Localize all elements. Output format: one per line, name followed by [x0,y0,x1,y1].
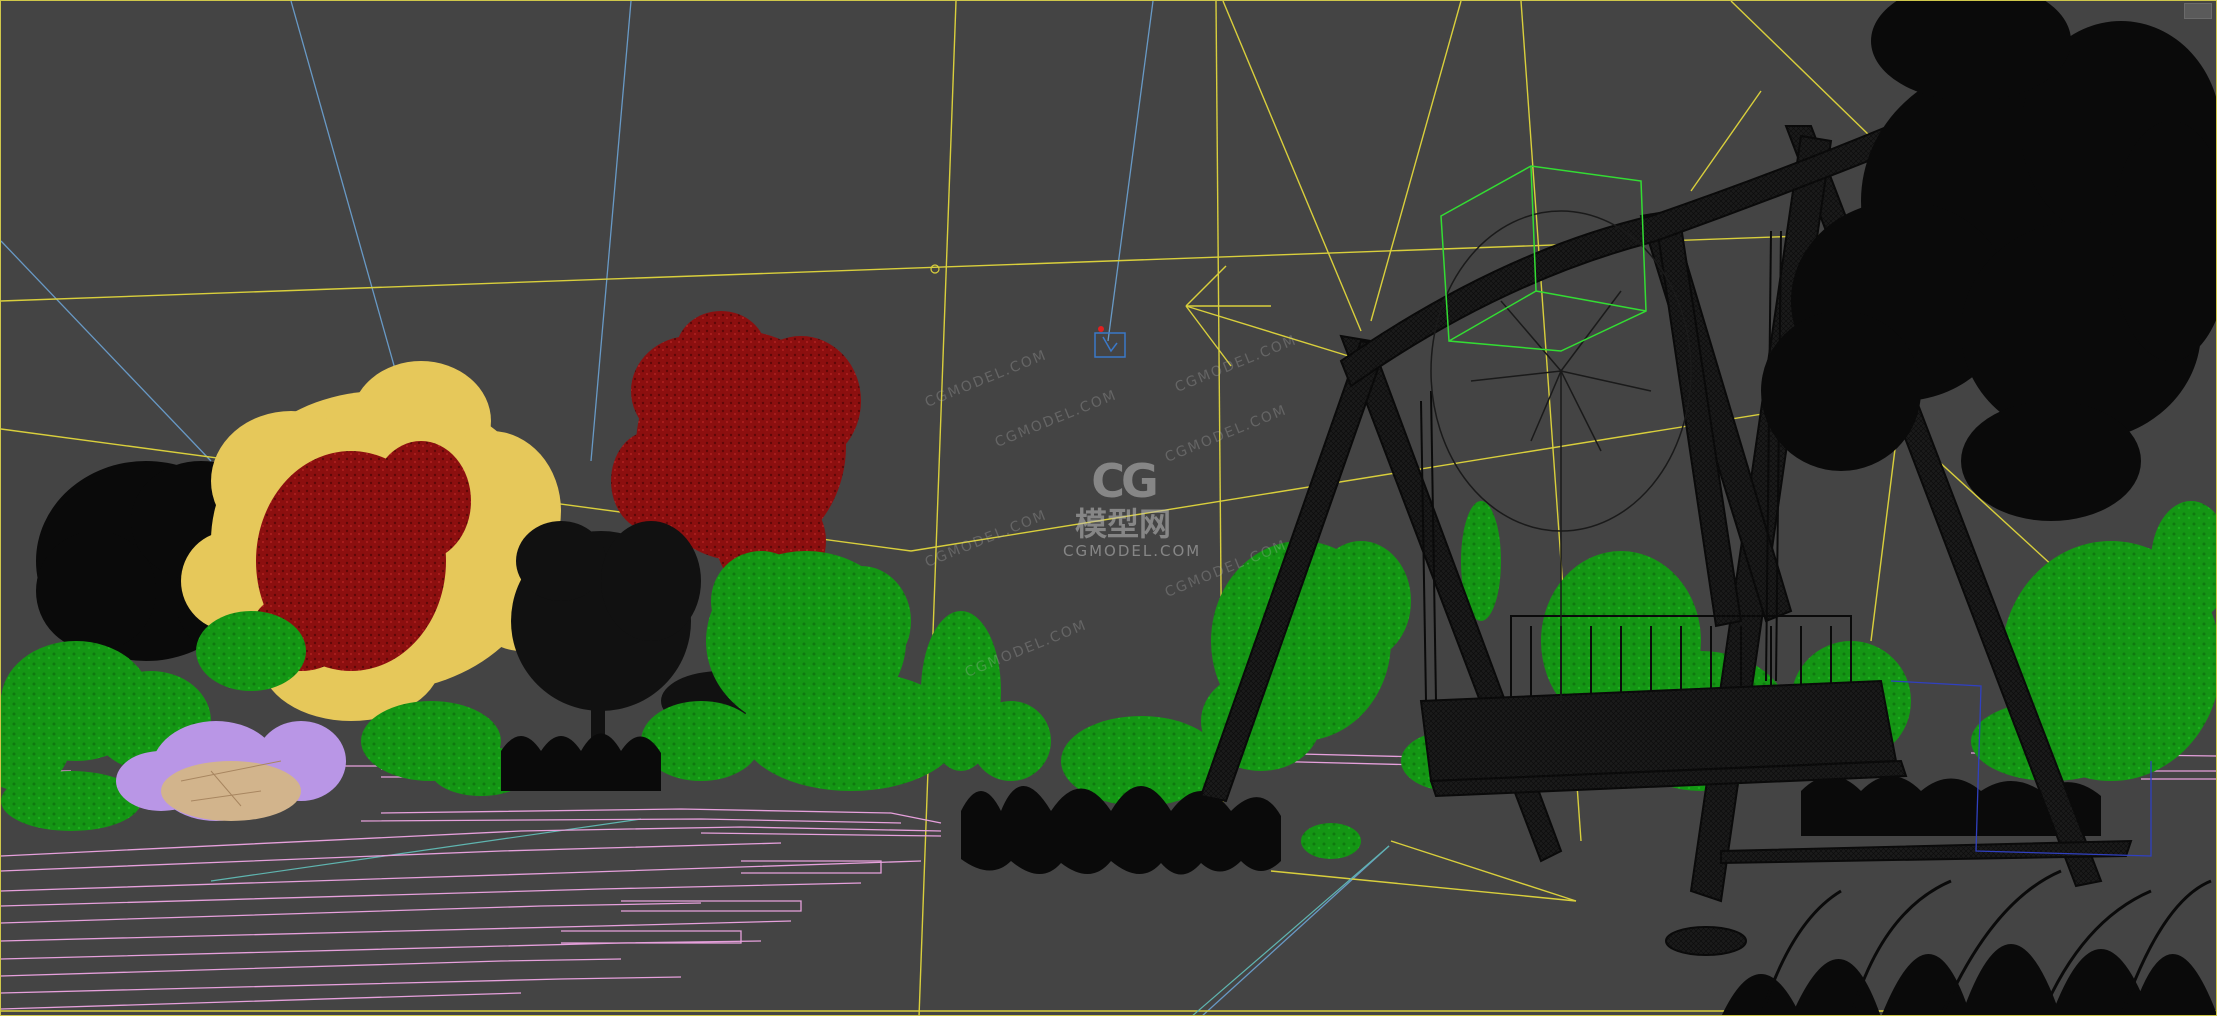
grass-clumps [501,733,2216,1015]
watermark-logo: CG 模型网 CGMODEL.COM [1063,454,1202,560]
tree-black-right [1761,1,2216,521]
viewport-corner-button[interactable] [2184,3,2212,19]
watermark-glyph: CG [1091,454,1159,508]
3d-viewport[interactable]: CG 模型网 CGMODEL.COM CGMODEL.COM CGMODEL.C… [0,0,2217,1016]
watermark-name-cn: 模型网 [1074,505,1171,543]
watermark-name-en: CGMODEL.COM [1063,542,1202,560]
